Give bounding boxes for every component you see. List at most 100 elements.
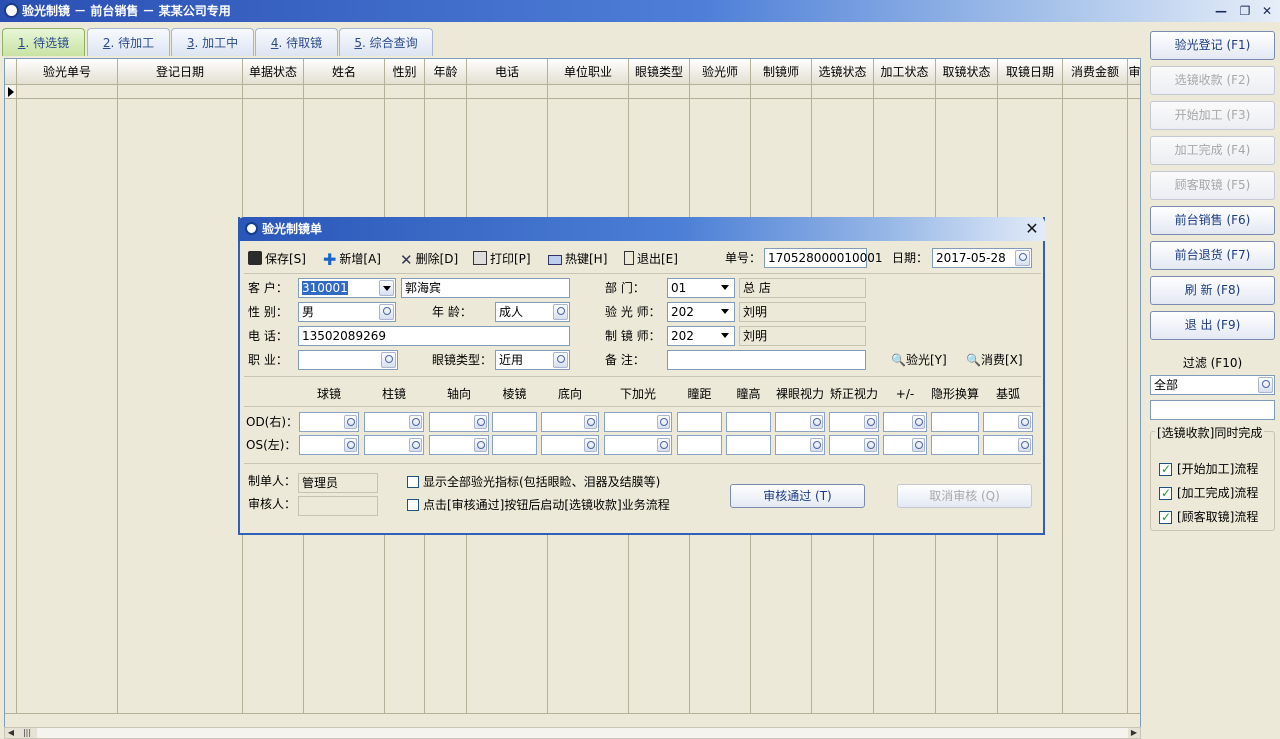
approve-button[interactable]: 审核通过 (T) (730, 484, 865, 508)
col-header[interactable]: 性别 (385, 59, 425, 85)
gender-select[interactable]: 男 (298, 302, 396, 322)
os-base[interactable] (541, 435, 599, 455)
front-sales-button[interactable]: 前台销售 (F6) (1150, 206, 1275, 235)
od-add[interactable] (604, 412, 672, 432)
spin-icon[interactable] (864, 438, 877, 452)
os-prism[interactable] (492, 435, 537, 455)
process-done-button[interactable]: 加工完成 (F4) (1150, 136, 1275, 165)
col-header[interactable]: 制镜师 (751, 59, 812, 85)
minimize-icon[interactable]: — (1212, 3, 1230, 19)
os-plus-minus[interactable] (883, 435, 927, 455)
spin-icon[interactable] (657, 415, 670, 429)
os-axis[interactable] (429, 435, 489, 455)
exit-button[interactable]: 退 出 (F9) (1150, 311, 1275, 340)
od-naked-vision[interactable] (775, 412, 825, 432)
age-select[interactable]: 成人 (495, 302, 570, 322)
optometry-button[interactable]: 🔍验光[Y] (891, 350, 947, 370)
customer-code-select[interactable]: 310001 (298, 278, 396, 298)
col-header[interactable]: 单据状态 (243, 59, 304, 85)
os-corrected-vision[interactable] (829, 435, 879, 455)
od-height[interactable] (726, 412, 771, 432)
col-header[interactable]: 年龄 (425, 59, 467, 85)
customer-pickup-checkbox[interactable]: [顾客取镜]流程 (1159, 509, 1258, 525)
os-cylinder[interactable] (364, 435, 424, 455)
tab-pending-select[interactable]: 1. 待选镜 (2, 28, 85, 56)
checkbox-icon[interactable] (1159, 461, 1172, 477)
scroll-right-icon[interactable]: ▶ (1128, 728, 1140, 738)
spin-icon[interactable] (474, 415, 487, 429)
od-cylinder[interactable] (364, 412, 424, 432)
spin-icon[interactable] (553, 352, 568, 368)
os-base-curve[interactable] (983, 435, 1033, 455)
spin-icon[interactable] (409, 438, 422, 452)
order-no-field[interactable]: 170528000010001 (764, 248, 883, 268)
chevron-down-icon[interactable] (718, 304, 733, 320)
col-header[interactable]: 取镜日期 (998, 59, 1063, 85)
os-add[interactable] (604, 435, 672, 455)
spin-icon[interactable] (810, 438, 823, 452)
os-height[interactable] (726, 435, 771, 455)
od-plus-minus[interactable] (883, 412, 927, 432)
table-row[interactable] (17, 85, 1140, 99)
date-picker[interactable]: 2017-05-28 (932, 248, 1032, 268)
od-corrected-vision[interactable] (829, 412, 879, 432)
spin-icon[interactable] (864, 415, 877, 429)
start-process-checkbox[interactable]: [开始加工]流程 (1159, 461, 1258, 477)
process-done-checkbox[interactable]: [加工完成]流程 (1159, 485, 1258, 501)
spin-icon[interactable] (584, 415, 597, 429)
spin-icon[interactable] (810, 415, 823, 429)
close-icon[interactable]: ✕ (1258, 3, 1276, 19)
tab-pending-process[interactable]: 2. 待加工 (87, 28, 170, 56)
os-naked-vision[interactable] (775, 435, 825, 455)
spin-icon[interactable] (1018, 438, 1031, 452)
spin-icon[interactable] (1015, 250, 1030, 266)
od-contact-convert[interactable] (931, 412, 979, 432)
od-base[interactable] (541, 412, 599, 432)
select-pay-button[interactable]: 选镜收款 (F2) (1150, 66, 1275, 95)
spin-icon[interactable] (584, 438, 597, 452)
optometry-register-button[interactable]: 验光登记 (F1) (1150, 31, 1275, 60)
checkbox-icon[interactable] (407, 476, 419, 488)
col-header[interactable]: 消费金额 (1063, 59, 1128, 85)
chevron-down-icon[interactable] (379, 280, 394, 296)
front-return-button[interactable]: 前台退货 (F7) (1150, 241, 1275, 270)
col-header[interactable]: 验光单号 (17, 59, 118, 85)
exit-dialog-button[interactable]: 退出[E] (624, 250, 678, 268)
od-prism[interactable] (492, 412, 537, 432)
consume-button[interactable]: 🔍消费[X] (966, 350, 1023, 370)
col-header[interactable]: 审 (1128, 59, 1140, 85)
close-icon[interactable]: ✕ (1023, 220, 1041, 238)
col-header[interactable]: 登记日期 (118, 59, 243, 85)
optometrist-select[interactable]: 202 (667, 302, 735, 322)
spin-icon[interactable] (344, 438, 357, 452)
job-select[interactable] (298, 350, 398, 370)
spin-icon[interactable] (409, 415, 422, 429)
od-sphere[interactable] (299, 412, 359, 432)
auto-start-flow-checkbox[interactable]: 点击[审核通过]按钮后启动[选镜收款]业务流程 (407, 497, 670, 513)
od-axis[interactable] (429, 412, 489, 432)
chevron-down-icon[interactable] (718, 280, 733, 296)
spin-icon[interactable] (553, 304, 568, 320)
col-header[interactable]: 电话 (467, 59, 548, 85)
filter-input[interactable] (1150, 400, 1275, 420)
os-contact-convert[interactable] (931, 435, 979, 455)
spin-icon[interactable] (381, 352, 396, 368)
customer-name-field[interactable]: 郭海宾 (401, 278, 570, 298)
show-all-indicators-checkbox[interactable]: 显示全部验光指标(包括眼睑、泪器及结膜等) (407, 474, 660, 490)
os-pd[interactable] (677, 435, 722, 455)
print-button[interactable]: 打印[P] (473, 250, 531, 268)
checkbox-icon[interactable] (407, 499, 419, 511)
tab-query[interactable]: 5. 综合查询 (339, 28, 433, 56)
refresh-button[interactable]: 刷 新 (F8) (1150, 276, 1275, 305)
delete-button[interactable]: ✕ 删除[D] (400, 250, 458, 269)
hotkey-button[interactable]: 热键[H] (548, 250, 607, 268)
note-field[interactable] (667, 350, 866, 370)
phone-field[interactable]: 13502089269 (298, 326, 570, 346)
cancel-review-button[interactable]: 取消审核 (Q) (897, 484, 1032, 508)
glasses-type-select[interactable]: 近用 (495, 350, 570, 370)
scroll-left-icon[interactable]: ◀ (5, 728, 17, 738)
checkbox-icon[interactable] (1159, 509, 1172, 525)
horizontal-scrollbar[interactable]: ◀ ||| ▶ (4, 727, 1141, 739)
tab-pending-pickup[interactable]: 4. 待取镜 (255, 28, 338, 56)
add-button[interactable]: ✚ 新增[A] (323, 250, 381, 269)
